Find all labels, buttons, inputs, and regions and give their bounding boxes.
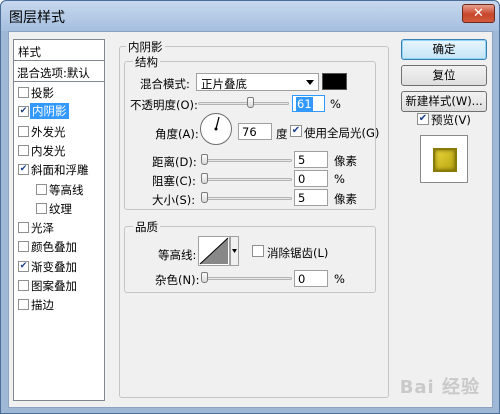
- chevron-down-icon: [232, 249, 237, 253]
- style-item[interactable]: 图案叠加: [14, 276, 104, 295]
- style-item[interactable]: 光泽: [14, 218, 104, 237]
- distance-label: 距离(D):: [152, 155, 197, 169]
- style-item-label[interactable]: 内发光: [31, 143, 66, 159]
- style-item-label[interactable]: 图案叠加: [31, 278, 77, 294]
- style-item[interactable]: 投影: [14, 83, 104, 102]
- size-slider-thumb[interactable]: [201, 192, 208, 203]
- angle-label: 角度(A):: [155, 127, 199, 141]
- blend-mode-select[interactable]: 正片叠底: [196, 73, 319, 91]
- style-item-checkbox[interactable]: ✔: [18, 106, 29, 118]
- style-item-label[interactable]: 外发光: [31, 124, 66, 140]
- style-item-label[interactable]: 描边: [31, 297, 54, 313]
- style-item-checkbox[interactable]: ✔: [18, 260, 29, 272]
- anti-alias-checkbox[interactable]: [252, 245, 264, 257]
- blend-mode-value: 正片叠底: [201, 77, 247, 91]
- style-item[interactable]: 内发光: [14, 141, 104, 160]
- style-item-checkbox[interactable]: [18, 144, 29, 156]
- quality-title: 品质: [133, 219, 160, 235]
- contour-picker[interactable]: [198, 236, 230, 266]
- style-item-label[interactable]: 等高线: [49, 182, 84, 198]
- ok-button[interactable]: 确定: [401, 39, 487, 60]
- distance-input[interactable]: 5: [294, 151, 328, 168]
- noise-unit: %: [334, 272, 345, 286]
- opacity-input[interactable]: 61: [292, 95, 325, 112]
- noise-slider-track[interactable]: [201, 277, 292, 280]
- style-item-label[interactable]: 颜色叠加: [31, 239, 77, 255]
- noise-slider-thumb[interactable]: [201, 272, 208, 283]
- angle-input[interactable]: 76: [238, 123, 272, 140]
- contour-label: 等高线:: [158, 248, 197, 262]
- preview-checkbox[interactable]: ✔: [417, 113, 429, 125]
- chevron-down-icon: [306, 80, 314, 85]
- choke-slider-thumb[interactable]: [201, 173, 208, 184]
- preview-swatch: [433, 148, 457, 172]
- window-title: 图层样式: [9, 10, 65, 26]
- opacity-slider-track[interactable]: [198, 102, 289, 105]
- style-item[interactable]: 描边: [14, 295, 104, 314]
- style-item-checkbox[interactable]: [18, 87, 29, 98]
- size-slider-track[interactable]: [201, 197, 292, 200]
- style-item-label[interactable]: 内阴影: [30, 103, 69, 120]
- style-item-checkbox[interactable]: [36, 202, 47, 214]
- global-light-checkbox[interactable]: ✔: [290, 125, 302, 137]
- preview-label[interactable]: 预览(V): [431, 112, 471, 128]
- angle-unit: 度: [276, 127, 288, 141]
- layer-style-dialog: 图层样式 ✕ 样式 混合选项:默认 投影 ✔ 内阴影 外发光 内发光 ✔ 斜面和浮雕 等高线纹…: [0, 0, 500, 414]
- opacity-label: 不透明度(O):: [130, 98, 198, 112]
- blend-mode-label: 混合模式:: [140, 77, 190, 91]
- new-style-button[interactable]: 新建样式(W)...: [401, 91, 487, 112]
- style-item-label[interactable]: 投影: [31, 85, 54, 101]
- style-item[interactable]: 颜色叠加: [14, 237, 104, 256]
- size-unit: 像素: [334, 192, 357, 206]
- choke-unit: %: [334, 172, 345, 186]
- noise-label: 杂色(N):: [155, 273, 200, 287]
- choke-label: 阻塞(C):: [152, 174, 196, 188]
- distance-unit: 像素: [334, 154, 357, 168]
- style-item-checkbox[interactable]: [18, 222, 29, 234]
- structure-title: 结构: [133, 54, 160, 70]
- style-item-checkbox[interactable]: [18, 280, 29, 291]
- shadow-color-swatch[interactable]: [322, 73, 347, 90]
- style-item[interactable]: ✔ 内阴影: [14, 102, 104, 121]
- size-label: 大小(S):: [152, 193, 196, 207]
- style-item-label[interactable]: 斜面和浮雕: [31, 162, 89, 178]
- angle-dial[interactable]: [200, 113, 232, 145]
- style-item-checkbox[interactable]: [36, 183, 47, 195]
- styles-header[interactable]: 样式: [14, 40, 104, 61]
- title-bar[interactable]: 图层样式 ✕: [1, 1, 499, 31]
- style-item[interactable]: ✔ 斜面和浮雕: [14, 160, 104, 179]
- contour-curve-icon: [199, 237, 229, 265]
- style-item[interactable]: 等高线: [14, 180, 104, 199]
- reset-button[interactable]: 复位: [401, 65, 487, 86]
- style-item-label[interactable]: 纹理: [49, 201, 72, 217]
- style-item-label[interactable]: 光泽: [31, 220, 54, 236]
- style-item-checkbox[interactable]: [18, 241, 29, 253]
- style-item-checkbox[interactable]: [18, 125, 29, 137]
- anti-alias-label[interactable]: 消除锯齿(L): [267, 245, 328, 261]
- watermark: Bai 经验: [399, 377, 480, 398]
- dialog-body: 样式 混合选项:默认 投影 ✔ 内阴影 外发光 内发光 ✔ 斜面和浮雕 等高线 纹理 光泽 颜色叠加…: [8, 31, 493, 408]
- size-input[interactable]: 5: [294, 189, 328, 206]
- style-item-label[interactable]: 渐变叠加: [31, 259, 77, 275]
- close-button[interactable]: ✕: [462, 4, 495, 23]
- distance-slider-track[interactable]: [201, 159, 292, 162]
- style-item[interactable]: 纹理: [14, 199, 104, 218]
- opacity-unit: %: [330, 97, 341, 111]
- blending-options-item[interactable]: 混合选项:默认: [14, 61, 104, 82]
- opacity-slider-thumb[interactable]: [247, 97, 254, 108]
- style-item[interactable]: ✔ 渐变叠加: [14, 257, 104, 276]
- choke-slider-track[interactable]: [201, 178, 292, 181]
- style-item[interactable]: 外发光: [14, 122, 104, 141]
- styles-list: 样式 混合选项:默认 投影 ✔ 内阴影 外发光 内发光 ✔ 斜面和浮雕 等高线 纹理 光泽 颜色叠加…: [13, 39, 105, 401]
- style-preview: [420, 135, 468, 183]
- distance-slider-thumb[interactable]: [201, 154, 208, 165]
- inner-shadow-title: 内阴影: [126, 39, 165, 55]
- global-light-label[interactable]: 使用全局光(G): [304, 125, 379, 141]
- choke-input[interactable]: 0: [294, 170, 328, 187]
- style-item-checkbox[interactable]: ✔: [18, 164, 29, 176]
- style-item-checkbox[interactable]: [18, 299, 29, 311]
- contour-dropdown[interactable]: [230, 236, 239, 266]
- noise-input[interactable]: 0: [294, 270, 328, 287]
- angle-dial-needle-icon: [214, 116, 220, 131]
